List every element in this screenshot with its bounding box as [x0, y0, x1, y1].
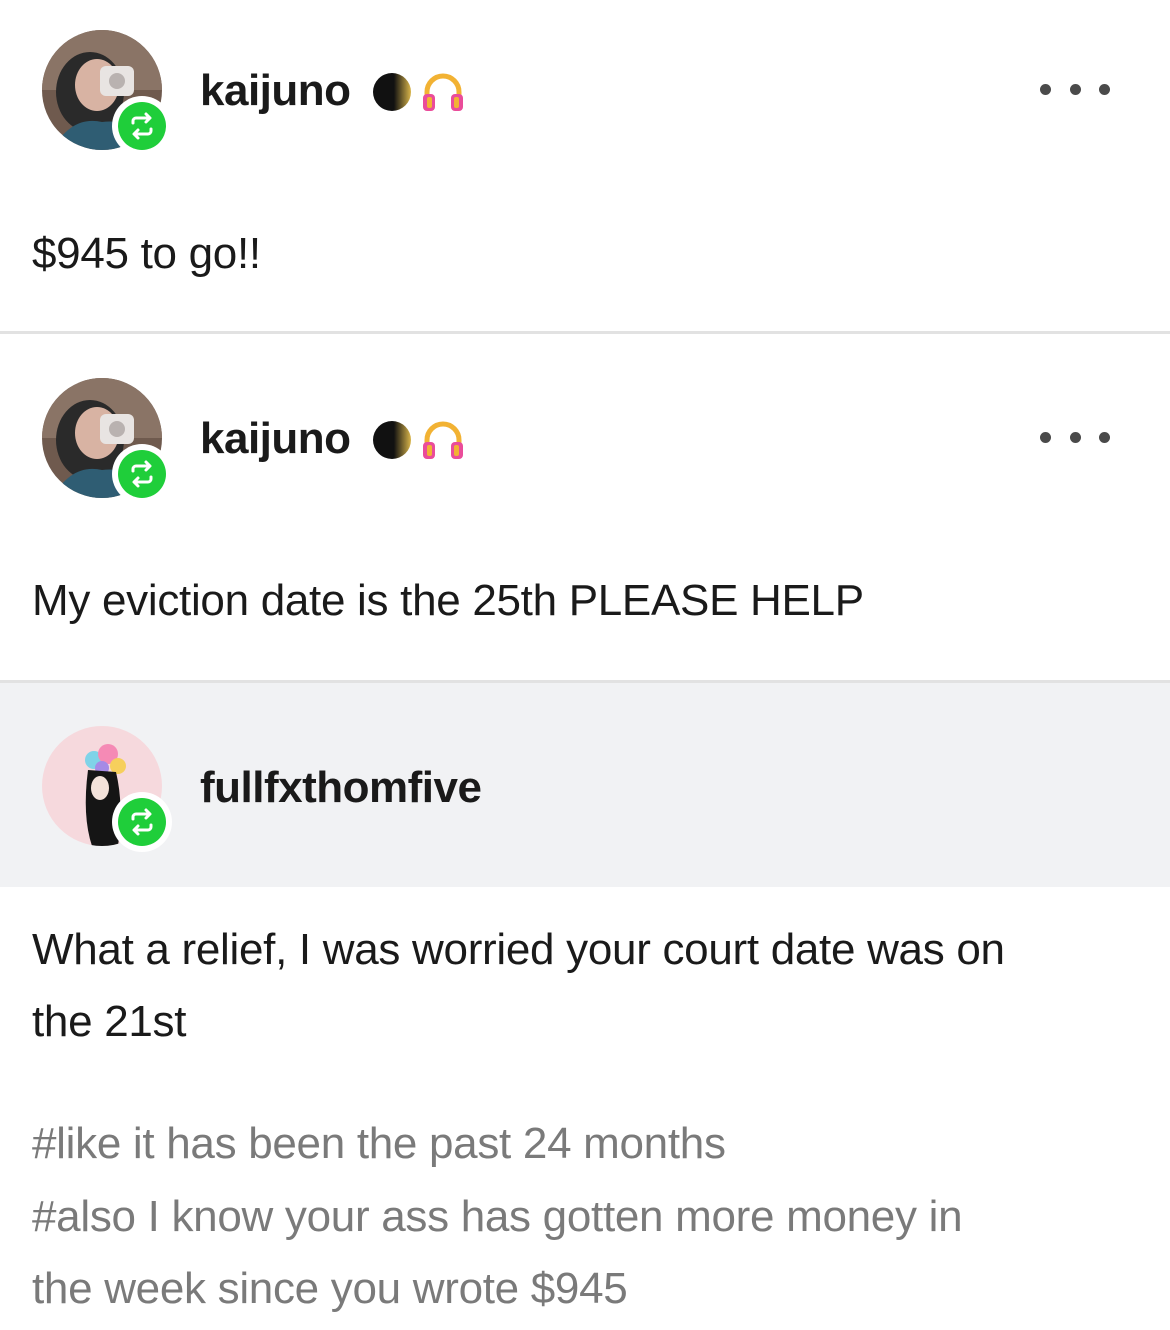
more-options-icon: [1040, 83, 1051, 95]
more-options-button[interactable]: [1040, 422, 1110, 452]
headphones-badge-icon: [423, 421, 463, 459]
reblog-badge: [112, 96, 172, 156]
user-badges: [370, 70, 466, 114]
avatar-fullfxthomfive[interactable]: [42, 726, 172, 852]
post-body-2: My eviction date is the 25th PLEASE HELP: [32, 576, 864, 625]
post-body-1: $945 to go!!: [32, 229, 261, 278]
tag-1[interactable]: #like it has been the past 24 months: [32, 1108, 726, 1180]
username[interactable]: fullfxthomfive: [200, 763, 482, 813]
post-header-3: fullfxthomfive: [0, 683, 1170, 887]
black-moon-badge-icon: [373, 73, 411, 111]
avatar-kaijuno-2[interactable]: [42, 378, 172, 504]
reblog-badge: [112, 444, 172, 504]
more-options-button[interactable]: [1040, 74, 1110, 104]
reblog-icon: [131, 112, 153, 140]
headphones-badge-icon: [423, 73, 463, 111]
post-header-1: kaijuno: [0, 0, 1170, 180]
tag-2[interactable]: #also I know your ass has gotten more mo…: [32, 1181, 963, 1253]
post-body-3-line-2: the 21st: [32, 997, 187, 1046]
post-body-3-line-1: What a relief, I was worried your court …: [32, 925, 1005, 974]
tag-2-continued[interactable]: the week since you wrote $945: [32, 1253, 628, 1325]
user-badges: [370, 418, 466, 462]
black-moon-badge-icon: [373, 421, 411, 459]
reblog-icon: [131, 808, 153, 836]
divider: [0, 331, 1170, 334]
post-header-2: kaijuno: [0, 348, 1170, 528]
avatar-kaijuno-1[interactable]: [42, 30, 172, 156]
reblog-badge: [112, 792, 172, 852]
username[interactable]: kaijuno: [200, 414, 351, 464]
reblog-icon: [131, 460, 153, 488]
username[interactable]: kaijuno: [200, 66, 351, 116]
more-options-icon: [1040, 431, 1051, 443]
